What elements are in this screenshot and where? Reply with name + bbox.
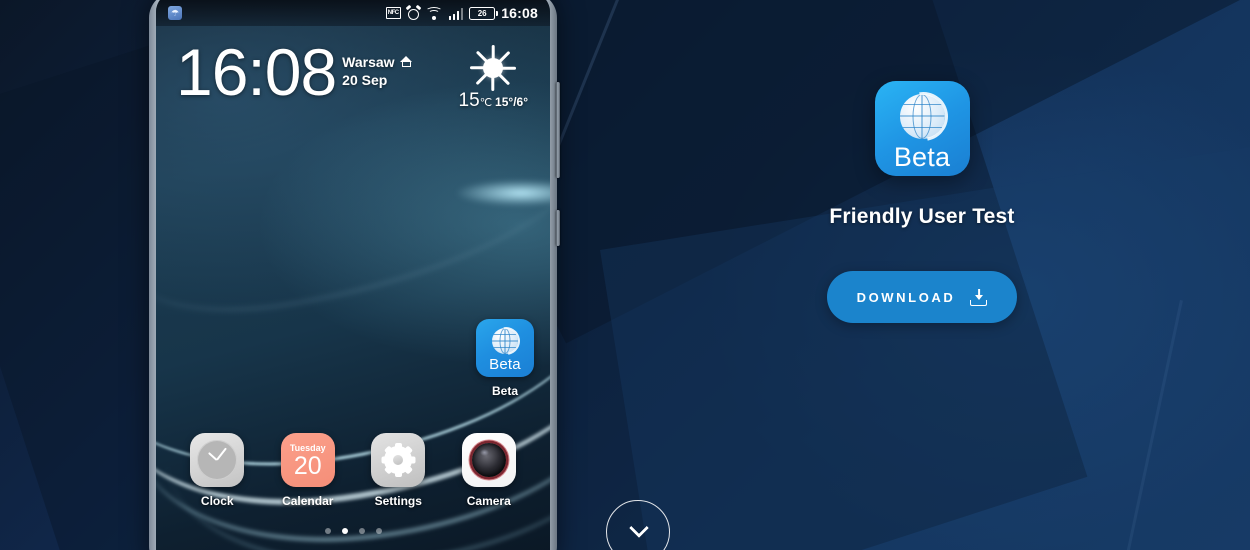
calendar-date: 20 (293, 452, 322, 481)
widget-weather-block: 15℃ 15°/6° (459, 44, 532, 112)
clock-icon[interactable] (190, 433, 245, 487)
temperature-value: 15 (458, 90, 480, 111)
nfc-icon: NFC (385, 7, 401, 19)
phone-power-button[interactable] (556, 210, 560, 246)
chevron-down-icon (631, 518, 646, 533)
beta-tile-text: Beta (489, 356, 521, 373)
status-bar-notifications: ☂ (168, 6, 386, 20)
promo-app-icon: Beta (874, 81, 970, 176)
widget-clock-time: 16:08 (176, 35, 337, 109)
widget-date: 20 Sep (342, 72, 388, 88)
globe-icon (486, 321, 526, 361)
battery-icon: 26 (469, 6, 498, 20)
widget-city: Warsaw (342, 54, 395, 70)
page-dot[interactable] (375, 528, 382, 534)
calendar-icon[interactable]: Tuesday 20 (280, 433, 335, 487)
dock-item-calendar[interactable]: Tuesday 20 Calendar (273, 433, 343, 508)
temperature-unit: ℃ (479, 97, 493, 109)
dock-item-clock[interactable]: Clock (182, 433, 252, 508)
page-dot[interactable] (324, 528, 331, 534)
camera-icon[interactable] (461, 433, 516, 487)
promo-app-icon-text: Beta (893, 141, 951, 172)
home-app-label: Beta (491, 384, 518, 398)
status-bar[interactable]: ☂ NFC 26 16:08 (156, 0, 550, 26)
status-bar-time: 16:08 (501, 5, 538, 21)
phone-screen: ☂ NFC 26 16:08 16:08 Warsaw 20 Sep 15℃ 1… (156, 0, 550, 550)
home-app-beta[interactable]: Beta Beta (469, 319, 541, 398)
beta-app-tile[interactable]: Beta (476, 319, 534, 377)
promo-column: Beta Friendly User Test DOWNLOAD (722, 0, 1122, 550)
download-icon (970, 288, 988, 306)
app-notification-icon: ☂ (168, 6, 182, 20)
dock-label-calendar: Calendar (282, 494, 334, 508)
home-icon (399, 56, 413, 68)
dock-item-settings[interactable]: Settings (363, 433, 433, 508)
widget-location-block: Warsaw 20 Sep (342, 44, 412, 88)
phone-mockup: ☂ NFC 26 16:08 16:08 Warsaw 20 Sep 15℃ 1… (149, 0, 560, 550)
download-button[interactable]: DOWNLOAD (827, 271, 1017, 323)
phone-volume-button[interactable] (556, 82, 560, 178)
dock-label-camera: Camera (466, 494, 511, 508)
temperature-range: 15°/6° (495, 95, 528, 109)
app-dock: Clock Tuesday 20 Calendar Settings Camer… (156, 433, 550, 508)
widget-temperature: 15℃ 15°/6° (459, 90, 528, 112)
page-dot-active[interactable] (341, 528, 348, 534)
gear-icon[interactable] (371, 433, 426, 487)
cellular-signal-icon (448, 7, 464, 20)
dock-item-camera[interactable]: Camera (454, 433, 524, 508)
dock-label-clock: Clock (200, 494, 234, 508)
hero-section: ☂ NFC 26 16:08 16:08 Warsaw 20 Sep 15℃ 1… (0, 0, 1250, 550)
sun-icon (470, 45, 517, 91)
status-bar-indicators: NFC 26 16:08 (385, 4, 538, 21)
download-button-label: DOWNLOAD (856, 289, 956, 305)
wifi-icon (425, 6, 443, 20)
alarm-clock-icon (405, 4, 422, 20)
home-page-indicator (156, 528, 550, 534)
globe-icon (889, 81, 958, 151)
page-dot[interactable] (358, 528, 365, 534)
clock-weather-widget[interactable]: 16:08 Warsaw 20 Sep 15℃ 15°/6° (176, 35, 532, 112)
page-title: Friendly User Test (829, 205, 1015, 228)
dock-label-settings: Settings (374, 494, 422, 508)
wallpaper-highlight (456, 180, 550, 206)
